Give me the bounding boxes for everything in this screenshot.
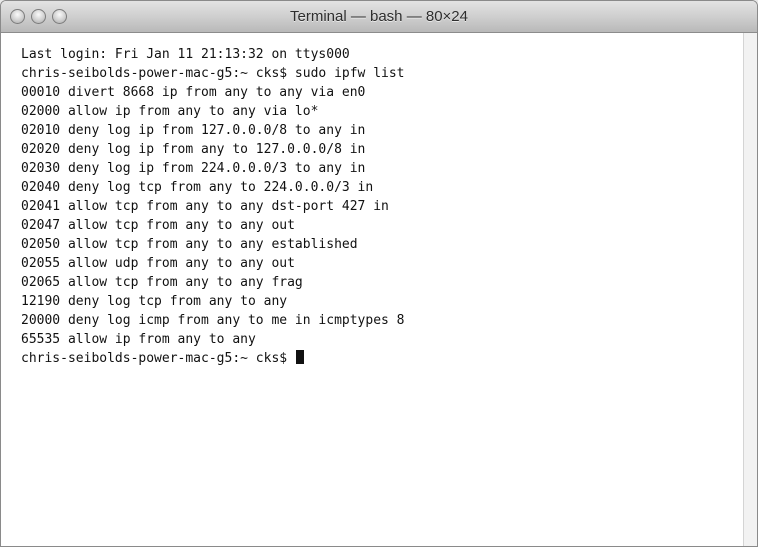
vertical-scrollbar[interactable] <box>743 33 757 546</box>
terminal-line: chris-seibolds-power-mac-g5:~ cks$ sudo … <box>21 66 405 81</box>
terminal-window: Terminal — bash — 80×24 Last login: Fri … <box>0 0 758 547</box>
terminal-line: 02041 allow tcp from any to any dst-port… <box>21 199 389 214</box>
terminal-line: 02055 allow udp from any to any out <box>21 256 295 271</box>
terminal-line: 02047 allow tcp from any to any out <box>21 218 295 233</box>
terminal-line: 02010 deny log ip from 127.0.0.0/8 to an… <box>21 123 366 138</box>
terminal-line: 02050 allow tcp from any to any establis… <box>21 237 358 252</box>
terminal-line: 02030 deny log ip from 224.0.0.0/3 to an… <box>21 161 366 176</box>
terminal-line: 12190 deny log tcp from any to any <box>21 294 288 309</box>
terminal-line: 02040 deny log tcp from any to 224.0.0.0… <box>21 180 374 195</box>
terminal-output[interactable]: Last login: Fri Jan 11 21:13:32 on ttys0… <box>1 33 745 546</box>
window-title: Terminal — bash — 80×24 <box>289 8 468 25</box>
terminal-line: 20000 deny log icmp from any to me in ic… <box>21 313 405 328</box>
terminal-line: 02020 deny log ip from any to 127.0.0.0/… <box>21 142 366 157</box>
terminal-line: Last login: Fri Jan 11 21:13:32 on ttys0… <box>21 47 350 62</box>
terminal-prompt: chris-seibolds-power-mac-g5:~ cks$ <box>21 351 295 366</box>
terminal-line: 02065 allow tcp from any to any frag <box>21 275 303 290</box>
terminal-prompt-line[interactable]: chris-seibolds-power-mac-g5:~ cks$ <box>21 349 745 368</box>
terminal-line: 00010 divert 8668 ip from any to any via… <box>21 85 366 100</box>
terminal-line: 02000 allow ip from any to any via lo* <box>21 104 319 119</box>
terminal-line: 65535 allow ip from any to any <box>21 332 256 347</box>
cursor <box>295 350 304 364</box>
title-bar[interactable]: Terminal — bash — 80×24 <box>1 1 757 33</box>
